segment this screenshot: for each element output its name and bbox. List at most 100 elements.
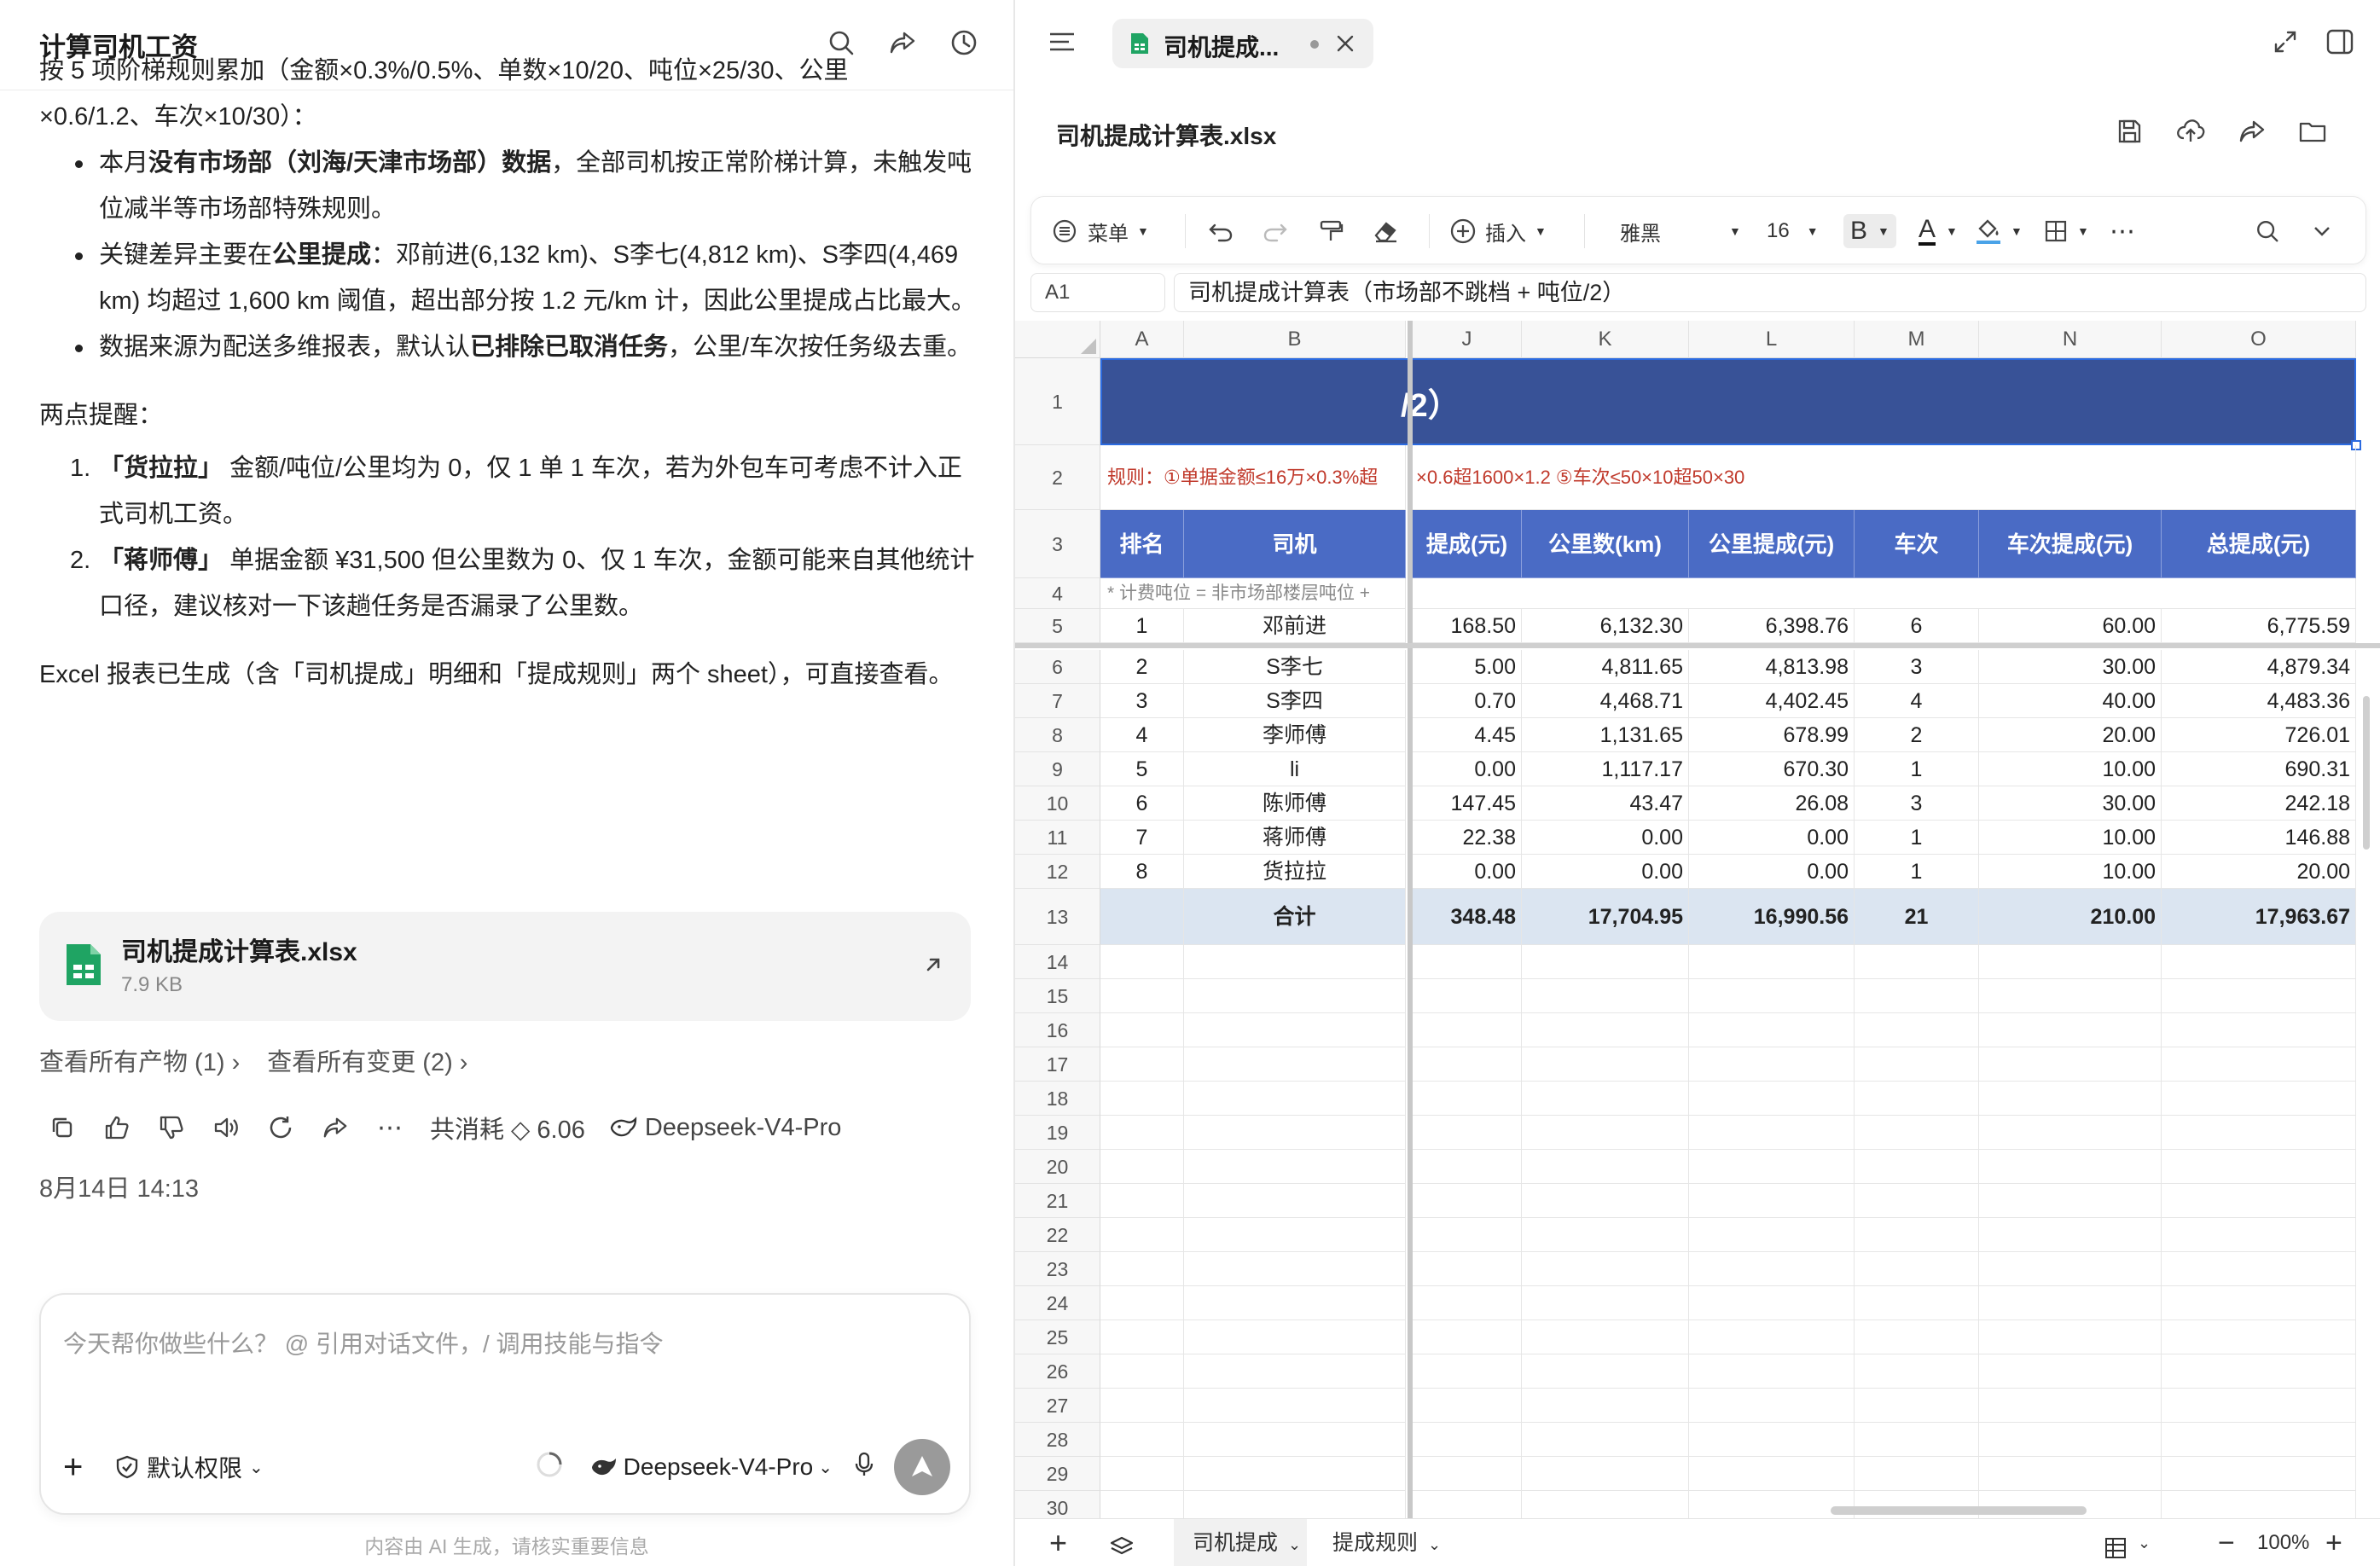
- empty-cell[interactable]: [2162, 979, 2356, 1013]
- sheet-title-banner[interactable]: /2）: [1100, 358, 2361, 450]
- empty-cell[interactable]: [1100, 979, 1184, 1013]
- empty-cell[interactable]: [1413, 1286, 1522, 1320]
- row-header[interactable]: 17: [1015, 1047, 1100, 1082]
- empty-cell[interactable]: [1184, 1423, 1406, 1457]
- row-header[interactable]: 5: [1015, 609, 1100, 643]
- empty-cell[interactable]: [1413, 1047, 1522, 1082]
- empty-cell[interactable]: [1100, 1047, 1184, 1082]
- empty-cell[interactable]: [1689, 1423, 1855, 1457]
- row-header[interactable]: 26: [1015, 1354, 1100, 1389]
- empty-cell[interactable]: [1184, 1354, 1406, 1389]
- table-cell[interactable]: 4,468.71: [1522, 684, 1689, 718]
- table-cell[interactable]: 4,813.98: [1689, 650, 1855, 684]
- row-header[interactable]: 18: [1015, 1082, 1100, 1116]
- empty-cell[interactable]: [1979, 1218, 2162, 1252]
- file-attachment-card[interactable]: 司机提成计算表.xlsx 7.9 KB: [39, 912, 971, 1021]
- empty-cell[interactable]: [1689, 1082, 1855, 1116]
- empty-cell[interactable]: [1689, 1354, 1855, 1389]
- table-header-cell[interactable]: 公里提成(元): [1689, 510, 1855, 578]
- cloud-upload-icon[interactable]: [2175, 116, 2206, 149]
- empty-cell[interactable]: [1522, 1116, 1689, 1150]
- empty-cell[interactable]: [2162, 1013, 2356, 1047]
- empty-cell[interactable]: [1100, 1389, 1184, 1423]
- empty-cell[interactable]: [1184, 1491, 1406, 1518]
- table-header-cell[interactable]: 公里数(km): [1522, 510, 1689, 578]
- empty-cell[interactable]: [1413, 1320, 1522, 1354]
- empty-cell[interactable]: [1184, 1286, 1406, 1320]
- empty-cell[interactable]: [2162, 1047, 2356, 1082]
- column-header[interactable]: K: [1522, 321, 1689, 358]
- expand-icon[interactable]: [2273, 29, 2298, 59]
- table-cell[interactable]: 20.00: [1979, 718, 2162, 752]
- table-cell[interactable]: 690.31: [2162, 752, 2356, 786]
- table-cell[interactable]: 146.88: [2162, 821, 2356, 855]
- table-cell[interactable]: 6,775.59: [2162, 609, 2356, 643]
- table-header-cell[interactable]: 提成(元): [1413, 510, 1522, 578]
- font-color-button[interactable]: A ▼: [1919, 214, 1958, 248]
- empty-cell[interactable]: [1855, 1423, 1979, 1457]
- empty-cell[interactable]: [1100, 1082, 1184, 1116]
- table-header-cell[interactable]: 排名: [1100, 510, 1184, 578]
- table-cell[interactable]: 4,879.34: [2162, 650, 2356, 684]
- empty-cell[interactable]: [1689, 1457, 1855, 1491]
- table-header-cell[interactable]: 总提成(元): [2162, 510, 2356, 578]
- freeze-pane-horizontal[interactable]: [1015, 643, 2380, 648]
- table-cell[interactable]: 2: [1100, 650, 1184, 684]
- table-cell[interactable]: 6,398.76: [1689, 609, 1855, 643]
- table-cell[interactable]: 40.00: [1979, 684, 2162, 718]
- row-header[interactable]: 15: [1015, 979, 1100, 1013]
- empty-cell[interactable]: [1184, 1116, 1406, 1150]
- empty-cell[interactable]: [1979, 979, 2162, 1013]
- empty-cell[interactable]: [1689, 1184, 1855, 1218]
- empty-cell[interactable]: [2162, 1116, 2356, 1150]
- empty-cell[interactable]: [1979, 1082, 2162, 1116]
- empty-cell[interactable]: [1979, 1354, 2162, 1389]
- view-artifacts-link[interactable]: 查看所有产物 (1) ›: [39, 1042, 240, 1078]
- total-cell[interactable]: 合计: [1184, 889, 1406, 945]
- table-cell[interactable]: 726.01: [2162, 718, 2356, 752]
- search-icon[interactable]: [2255, 214, 2280, 248]
- row-header[interactable]: 25: [1015, 1320, 1100, 1354]
- table-cell[interactable]: 0.70: [1413, 684, 1522, 718]
- empty-cell[interactable]: [1100, 1354, 1184, 1389]
- table-cell[interactable]: 7: [1100, 821, 1184, 855]
- empty-cell[interactable]: [1413, 979, 1522, 1013]
- empty-cell[interactable]: [2162, 1423, 2356, 1457]
- chevron-down-icon[interactable]: [2311, 214, 2333, 248]
- table-cell[interactable]: 30.00: [1979, 786, 2162, 821]
- empty-cell[interactable]: [1855, 1286, 1979, 1320]
- empty-cell[interactable]: [1413, 1218, 1522, 1252]
- table-cell[interactable]: 1: [1855, 821, 1979, 855]
- row-header[interactable]: 24: [1015, 1286, 1100, 1320]
- empty-cell[interactable]: [1522, 945, 1689, 979]
- row-header[interactable]: 16: [1015, 1013, 1100, 1047]
- microphone-icon[interactable]: [853, 1451, 875, 1484]
- empty-cell[interactable]: [1184, 1082, 1406, 1116]
- table-cell[interactable]: 10.00: [1979, 752, 2162, 786]
- table-cell[interactable]: 670.30: [1689, 752, 1855, 786]
- empty-cell[interactable]: [1100, 1491, 1184, 1518]
- composer-input[interactable]: 今天帮你做些什么？ @ 引用对话文件，/ 调用技能与指令: [63, 1325, 664, 1360]
- fill-color-button[interactable]: ▼: [1975, 214, 2023, 248]
- table-cell[interactable]: 26.08: [1689, 786, 1855, 821]
- empty-cell[interactable]: [1689, 945, 1855, 979]
- empty-cell[interactable]: [1184, 1320, 1406, 1354]
- total-cell[interactable]: [1100, 889, 1184, 945]
- open-external-icon[interactable]: [921, 953, 945, 981]
- empty-cell[interactable]: [1689, 1013, 1855, 1047]
- table-cell[interactable]: li: [1184, 752, 1406, 786]
- permission-selector[interactable]: 默认权限 ⌄: [114, 1450, 264, 1484]
- cell-reference-box[interactable]: A1: [1030, 273, 1165, 312]
- empty-cell[interactable]: [1689, 1491, 1855, 1518]
- empty-cell[interactable]: [1184, 1457, 1406, 1491]
- table-header-cell[interactable]: 车次提成(元): [1979, 510, 2162, 578]
- row-header[interactable]: 11: [1015, 821, 1100, 855]
- menu-list-icon[interactable]: [1048, 29, 1077, 59]
- table-cell[interactable]: 60.00: [1979, 609, 2162, 643]
- column-header[interactable]: B: [1184, 321, 1406, 358]
- table-cell[interactable]: 242.18: [2162, 786, 2356, 821]
- send-button[interactable]: [894, 1439, 950, 1495]
- empty-cell[interactable]: [1689, 1218, 1855, 1252]
- total-cell[interactable]: 21: [1855, 889, 1979, 945]
- table-cell[interactable]: 货拉拉: [1184, 855, 1406, 889]
